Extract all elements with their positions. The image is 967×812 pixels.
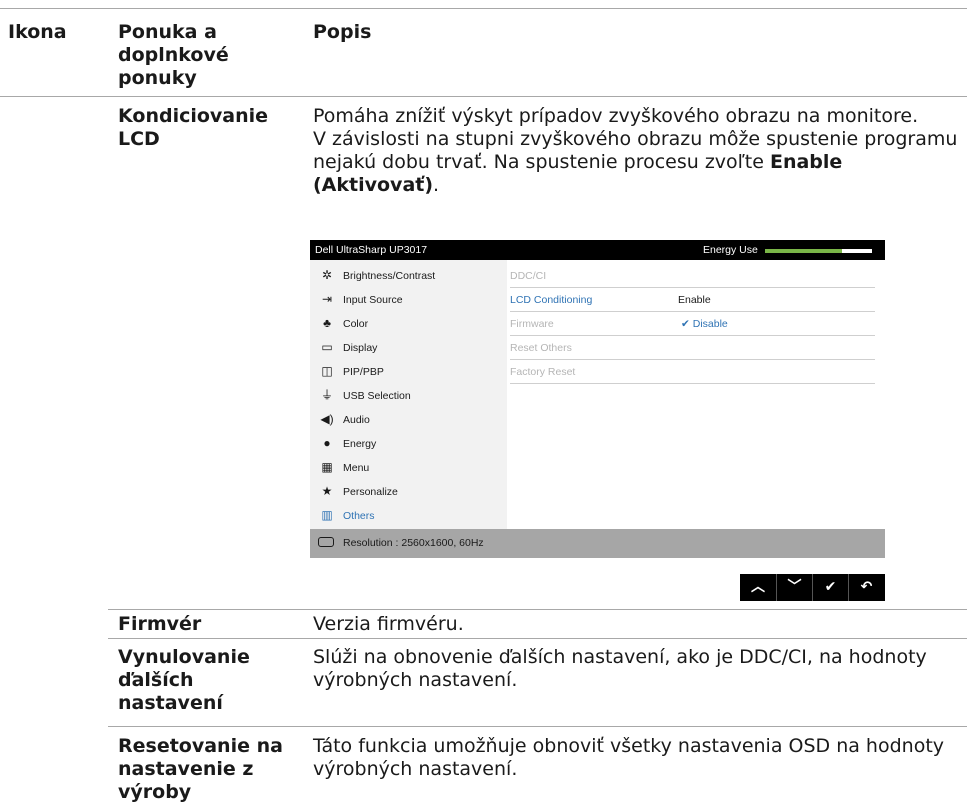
row-desc-firmware: Verzia firmvéru. xyxy=(313,613,464,635)
header-icon-column: Ikona xyxy=(8,21,67,43)
menu-item-label: Audio xyxy=(343,414,370,426)
others-icon: ▥ xyxy=(321,508,333,522)
desc-paragraph-1: Pomáha znížiť výskyt prípadov zvyškového… xyxy=(313,105,919,127)
menu-item-color[interactable]: ♣ Color xyxy=(310,312,507,336)
resolution-text: Resolution : 2560x1600, 60Hz xyxy=(343,537,484,549)
color-icon: ♣ xyxy=(323,316,331,330)
menu-item-label: USB Selection xyxy=(343,390,411,402)
row-menu-lcd-conditioning: Kondiciovanie LCD xyxy=(118,105,269,150)
submenu-item-label: Factory Reset xyxy=(510,366,576,378)
submenu-divider xyxy=(510,383,875,384)
row-rule-2 xyxy=(108,638,967,639)
row-rule-1 xyxy=(108,609,967,610)
menu-item-usb-selection[interactable]: ⏚ USB Selection xyxy=(310,384,507,408)
row-menu-firmware: Firmvér xyxy=(118,613,202,635)
submenu-item-factory-reset[interactable]: Factory Reset xyxy=(510,360,875,384)
header-menu-column: Ponuka a doplnkové ponuky xyxy=(118,21,229,89)
submenu-item-label: LCD Conditioning xyxy=(510,294,593,306)
menu-item-audio[interactable]: ◀) Audio xyxy=(310,408,507,432)
back-button[interactable]: ↶ xyxy=(848,574,884,601)
energy-use-bar xyxy=(765,249,872,253)
connector-icon xyxy=(318,537,334,547)
energy-use-fill xyxy=(765,249,843,253)
desc-paragraph-2: V závislosti na stupni zvyškového obrazu… xyxy=(313,128,958,197)
display-icon: ▭ xyxy=(321,340,333,354)
menu-item-menu[interactable]: ▦ Menu xyxy=(310,456,507,480)
down-arrow-button[interactable]: ﹀ xyxy=(776,574,812,601)
submenu-item-reset-others[interactable]: Reset Others xyxy=(510,336,875,360)
menu-item-label: Menu xyxy=(343,462,370,474)
menu-item-label: Display xyxy=(343,342,378,354)
osd-menu-screenshot: Dell UltraSharp UP3017 Energy Use ✲ Brig… xyxy=(310,240,885,558)
menu-item-others[interactable]: ▥ Others xyxy=(310,504,507,528)
row-desc-factory-reset: Táto funkcia umožňuje obnoviť všetky nas… xyxy=(313,735,945,780)
menu-item-label: PIP/PBP xyxy=(343,366,384,378)
brightness-icon: ✲ xyxy=(321,268,333,282)
osd-main-menu: ✲ Brightness/Contrast ⇥ Input Source ♣ C… xyxy=(310,260,507,529)
menu-item-label: Personalize xyxy=(343,486,398,498)
submenu-item-lcd-conditioning[interactable]: LCD Conditioning Enable xyxy=(510,288,875,312)
menu-item-input-source[interactable]: ⇥ Input Source xyxy=(310,288,507,312)
ok-check-button[interactable]: ✔ xyxy=(812,574,848,601)
header-rule xyxy=(0,96,967,97)
menu-item-brightness-contrast[interactable]: ✲ Brightness/Contrast xyxy=(310,264,507,288)
top-rule xyxy=(0,8,967,9)
star-icon: ★ xyxy=(321,484,333,498)
speaker-icon: ◀) xyxy=(320,412,334,426)
desc-end: . xyxy=(433,174,440,196)
menu-icon: ▦ xyxy=(321,460,333,474)
submenu-item-ddc-ci[interactable]: DDC/CI xyxy=(510,264,875,288)
menu-item-label: Brightness/Contrast xyxy=(343,270,436,282)
submenu-item-label: Reset Others xyxy=(510,342,572,354)
osd-navigation-buttons: ︿ ﹀ ✔ ↶ xyxy=(740,574,885,601)
row-menu-reset-others: Vynulovanie ďalších nastavení xyxy=(118,646,250,714)
energy-icon: ● xyxy=(323,436,331,450)
row-rule-3 xyxy=(108,726,967,727)
row-menu-factory-reset: Resetovanie na nastavenie z výroby xyxy=(118,735,283,803)
osd-title-bar: Dell UltraSharp UP3017 Energy Use xyxy=(310,240,885,260)
row-desc-reset-others: Slúži na obnovenie ďalších nastavení, ak… xyxy=(313,646,927,691)
submenu-item-label: Firmware xyxy=(510,318,554,330)
menu-item-energy[interactable]: ● Energy xyxy=(310,432,507,456)
pip-icon: ◫ xyxy=(321,364,333,378)
menu-item-label: Others xyxy=(343,510,375,522)
menu-item-pip-pbp[interactable]: ◫ PIP/PBP xyxy=(310,360,507,384)
up-arrow-button[interactable]: ︿ xyxy=(740,574,776,601)
desc-text: V závislosti na stupni zvyškového obrazu… xyxy=(313,128,958,173)
menu-item-display[interactable]: ▭ Display xyxy=(310,336,507,360)
osd-status-bar: Resolution : 2560x1600, 60Hz xyxy=(310,529,885,558)
row-desc-lcd-conditioning: Pomáha znížiť výskyt prípadov zvyškového… xyxy=(313,105,958,197)
menu-item-label: Energy xyxy=(343,438,377,450)
menu-item-personalize[interactable]: ★ Personalize xyxy=(310,480,507,504)
menu-item-label: Input Source xyxy=(343,294,403,306)
submenu-item-label: DDC/CI xyxy=(510,270,547,282)
option-disable[interactable]: ✔ Disable xyxy=(681,318,728,330)
osd-submenu: DDC/CI LCD Conditioning Enable Firmware … xyxy=(507,260,885,529)
usb-icon: ⏚ xyxy=(320,388,333,402)
osd-title: Dell UltraSharp UP3017 xyxy=(315,244,428,256)
option-disable-label: Disable xyxy=(692,318,728,330)
header-description-column: Popis xyxy=(313,21,372,43)
input-source-icon: ⇥ xyxy=(321,292,333,306)
submenu-item-firmware[interactable]: Firmware ✔ Disable xyxy=(510,312,875,336)
menu-item-label: Color xyxy=(343,318,369,330)
energy-use-label: Energy Use xyxy=(703,244,758,256)
option-enable[interactable]: Enable xyxy=(678,294,711,306)
check-icon: ✔ xyxy=(681,318,690,330)
